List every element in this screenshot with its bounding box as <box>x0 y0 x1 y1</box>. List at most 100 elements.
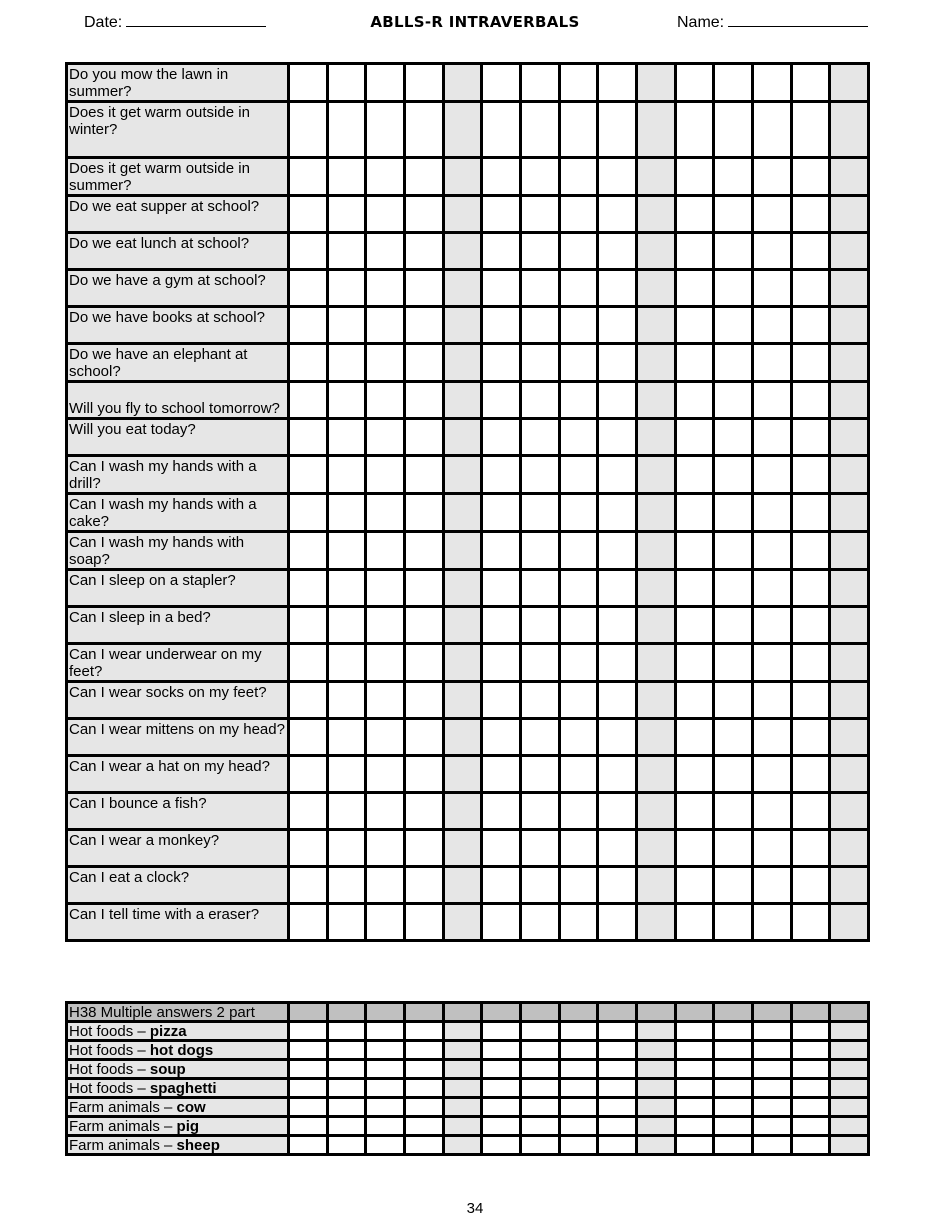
trial-cell[interactable] <box>287 100 329 159</box>
trial-cell[interactable] <box>828 1058 870 1080</box>
trial-cell[interactable] <box>557 642 600 683</box>
trial-cell[interactable] <box>750 268 793 308</box>
trial-cell[interactable] <box>325 902 368 942</box>
trial-cell[interactable] <box>596 1077 638 1099</box>
trial-cell[interactable] <box>596 417 638 457</box>
trial-cell[interactable] <box>673 1096 716 1118</box>
trial-cell[interactable] <box>634 62 677 103</box>
trial-cell[interactable] <box>441 1077 484 1099</box>
trial-cell[interactable] <box>480 680 522 720</box>
trial-cell[interactable] <box>634 902 677 942</box>
trial-cell[interactable] <box>750 717 793 757</box>
trial-cell[interactable] <box>518 605 561 645</box>
trial-cell[interactable] <box>518 100 561 159</box>
trial-cell[interactable] <box>789 268 832 308</box>
trial-cell[interactable] <box>441 231 484 271</box>
trial-cell[interactable] <box>712 156 754 197</box>
trial-cell[interactable] <box>480 605 522 645</box>
trial-cell[interactable] <box>441 791 484 831</box>
trial-cell[interactable] <box>673 156 716 197</box>
trial-cell[interactable] <box>634 342 677 383</box>
trial-cell[interactable] <box>480 305 522 345</box>
trial-cell[interactable] <box>596 268 638 308</box>
trial-cell[interactable] <box>441 380 484 420</box>
trial-cell[interactable] <box>557 1077 600 1099</box>
trial-cell[interactable] <box>750 342 793 383</box>
trial-cell[interactable] <box>596 605 638 645</box>
trial-cell[interactable] <box>325 231 368 271</box>
trial-cell[interactable] <box>712 194 754 234</box>
trial-cell[interactable] <box>287 305 329 345</box>
trial-cell[interactable] <box>325 828 368 868</box>
trial-cell[interactable] <box>325 194 368 234</box>
trial-cell[interactable] <box>789 1134 832 1156</box>
trial-cell[interactable] <box>402 454 445 495</box>
trial-cell[interactable] <box>402 342 445 383</box>
trial-cell[interactable] <box>750 530 793 571</box>
trial-cell[interactable] <box>287 717 329 757</box>
trial-cell[interactable] <box>441 530 484 571</box>
trial-cell[interactable] <box>673 605 716 645</box>
trial-cell[interactable] <box>364 1077 406 1099</box>
trial-cell[interactable] <box>750 380 793 420</box>
name-blank-line[interactable] <box>728 12 869 27</box>
trial-cell[interactable] <box>325 568 368 608</box>
trial-cell[interactable] <box>712 268 754 308</box>
trial-cell[interactable] <box>634 194 677 234</box>
trial-cell[interactable] <box>596 156 638 197</box>
trial-cell[interactable] <box>828 454 870 495</box>
trial-cell[interactable] <box>287 865 329 905</box>
trial-cell[interactable] <box>712 231 754 271</box>
trial-cell[interactable] <box>596 62 638 103</box>
trial-cell[interactable] <box>673 791 716 831</box>
trial-cell[interactable] <box>750 1134 793 1156</box>
trial-cell[interactable] <box>325 305 368 345</box>
trial-cell[interactable] <box>480 865 522 905</box>
trial-cell[interactable] <box>480 1077 522 1099</box>
trial-cell[interactable] <box>750 680 793 720</box>
trial-cell[interactable] <box>828 492 870 533</box>
trial-cell[interactable] <box>828 1115 870 1137</box>
trial-cell[interactable] <box>789 156 832 197</box>
trial-cell[interactable] <box>750 454 793 495</box>
trial-cell[interactable] <box>634 305 677 345</box>
trial-cell[interactable] <box>557 1039 600 1061</box>
trial-cell[interactable] <box>441 492 484 533</box>
trial-cell[interactable] <box>364 156 406 197</box>
trial-cell[interactable] <box>480 268 522 308</box>
trial-cell[interactable] <box>673 342 716 383</box>
trial-cell[interactable] <box>287 1115 329 1137</box>
trial-cell[interactable] <box>480 1096 522 1118</box>
trial-cell[interactable] <box>634 231 677 271</box>
trial-cell[interactable] <box>441 568 484 608</box>
trial-cell[interactable] <box>596 100 638 159</box>
trial-cell[interactable] <box>673 417 716 457</box>
trial-cell[interactable] <box>325 380 368 420</box>
trial-cell[interactable] <box>789 62 832 103</box>
trial-cell[interactable] <box>712 605 754 645</box>
trial-cell[interactable] <box>518 1039 561 1061</box>
trial-cell[interactable] <box>712 1096 754 1118</box>
trial-cell[interactable] <box>364 417 406 457</box>
trial-cell[interactable] <box>712 380 754 420</box>
trial-cell[interactable] <box>325 100 368 159</box>
trial-cell[interactable] <box>712 1020 754 1042</box>
trial-cell[interactable] <box>712 828 754 868</box>
trial-cell[interactable] <box>325 342 368 383</box>
trial-cell[interactable] <box>789 680 832 720</box>
trial-cell[interactable] <box>402 268 445 308</box>
trial-cell[interactable] <box>402 305 445 345</box>
trial-cell[interactable] <box>712 642 754 683</box>
trial-cell[interactable] <box>364 530 406 571</box>
trial-cell[interactable] <box>673 454 716 495</box>
trial-cell[interactable] <box>364 380 406 420</box>
trial-cell[interactable] <box>789 568 832 608</box>
trial-cell[interactable] <box>828 342 870 383</box>
trial-cell[interactable] <box>557 1134 600 1156</box>
trial-cell[interactable] <box>828 156 870 197</box>
trial-cell[interactable] <box>402 380 445 420</box>
trial-cell[interactable] <box>557 417 600 457</box>
trial-cell[interactable] <box>480 156 522 197</box>
trial-cell[interactable] <box>557 754 600 794</box>
trial-cell[interactable] <box>673 865 716 905</box>
